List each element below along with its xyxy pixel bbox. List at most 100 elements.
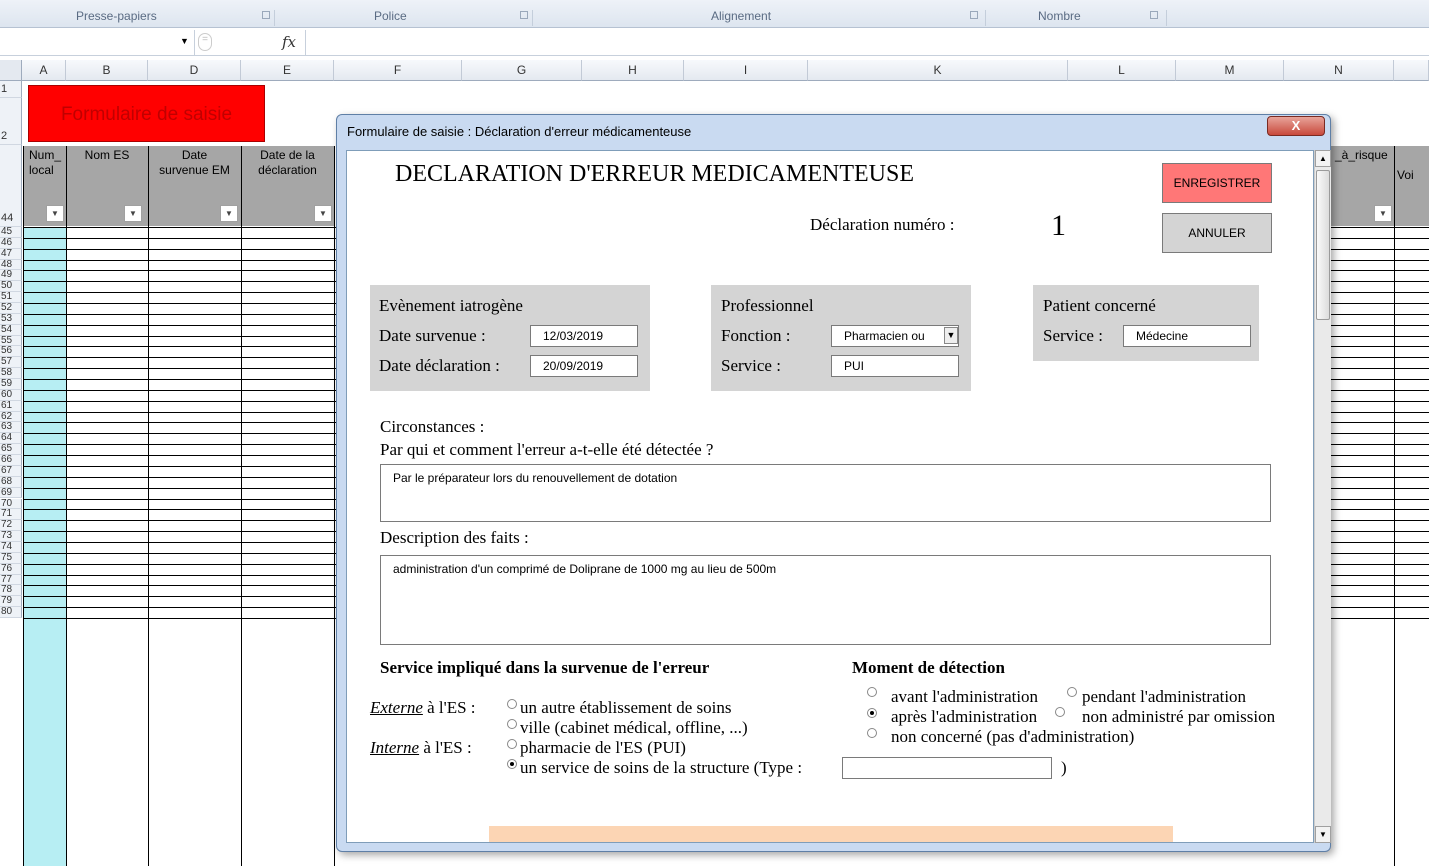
function-icon[interactable]: fx — [282, 33, 296, 51]
row-header[interactable]: 54 — [0, 324, 22, 336]
radio-pharmacy[interactable] — [507, 739, 517, 749]
column-header[interactable]: G — [462, 60, 582, 81]
radio-care-service[interactable] — [507, 759, 517, 769]
date-declaration-label: Date déclaration : — [379, 356, 500, 375]
externe-label: Externe à l'ES : — [370, 698, 476, 718]
option-label: avant l'administration — [891, 687, 1039, 706]
detection-textarea[interactable]: Par le préparateur lors du renouvellemen… — [380, 464, 1271, 522]
ribbon-separator — [274, 10, 275, 26]
radio-city[interactable] — [507, 719, 517, 729]
radio-before-admin[interactable] — [867, 687, 877, 697]
ribbon: Presse-papiers Police Alignement Nombre — [0, 0, 1429, 28]
patient-service-input[interactable]: Médecine — [1123, 325, 1251, 347]
ribbon-separator — [985, 10, 986, 26]
grid-col-line — [148, 146, 149, 866]
ribbon-group-alignment: Alignement — [711, 9, 772, 23]
option-label: un autre établissement de soins — [520, 698, 732, 717]
chevron-down-icon[interactable]: ▼ — [944, 327, 958, 344]
ribbon-separator — [1166, 10, 1167, 26]
column-header[interactable]: H — [582, 60, 684, 81]
column-header[interactable]: B — [66, 60, 148, 81]
row-header[interactable]: 1 — [0, 81, 22, 98]
circumstances-label: Circonstances : — [380, 417, 485, 436]
patient-service-label: Service : — [1043, 326, 1103, 345]
filter-dropdown-icon[interactable]: ▼ — [314, 205, 332, 222]
row-header[interactable]: 76 — [0, 563, 22, 575]
radio-not-administered[interactable] — [1055, 707, 1065, 717]
declaration-number-value: 1 — [1051, 209, 1066, 242]
column-header[interactable]: A — [22, 60, 66, 81]
date-declaration-input[interactable]: 20/09/2019 — [530, 355, 638, 377]
title-cell[interactable]: Formulaire de saisie — [28, 85, 265, 142]
column-header[interactable]: E — [241, 60, 334, 81]
date-survenue-label: Date survenue : — [379, 326, 486, 345]
interne-word: Interne — [370, 738, 420, 757]
scroll-up-icon[interactable]: ▲ — [1315, 150, 1331, 167]
chevron-down-icon[interactable]: ▼ — [180, 36, 189, 46]
header-text: local — [29, 163, 54, 177]
row-header[interactable]: 80 — [0, 606, 22, 618]
cancel-button[interactable]: ANNULER — [1162, 213, 1272, 253]
externe-suffix: à l'ES : — [422, 698, 476, 717]
row-header[interactable]: 69 — [0, 487, 22, 499]
name-box[interactable]: ▼ — [0, 30, 195, 56]
ribbon-group-clipboard: Presse-papiers — [76, 9, 157, 23]
save-button[interactable]: ENREGISTRER — [1162, 163, 1272, 203]
radio-other-establishment[interactable] — [507, 699, 517, 709]
ribbon-group-font: Police — [374, 9, 407, 23]
radio-during-admin[interactable] — [1067, 687, 1077, 697]
row-header[interactable]: 44 — [0, 145, 22, 227]
row-header[interactable]: 68 — [0, 476, 22, 488]
userform-dialog: Formulaire de saisie : Déclaration d'err… — [336, 114, 1331, 852]
dialog-launcher-icon[interactable] — [970, 11, 978, 19]
row-header[interactable]: 47 — [0, 248, 22, 260]
professional-title: Professionnel — [721, 296, 814, 315]
vertical-scrollbar[interactable]: ▲ ▼ — [1314, 150, 1331, 843]
filter-dropdown-icon[interactable]: ▼ — [1374, 205, 1392, 222]
scroll-thumb[interactable] — [1316, 170, 1330, 320]
formula-input[interactable] — [305, 30, 1429, 56]
column-header[interactable]: M — [1176, 60, 1284, 81]
filter-dropdown-icon[interactable]: ▼ — [220, 205, 238, 222]
column-header[interactable]: N — [1284, 60, 1394, 81]
header-cell-voie[interactable]: Voi — [1394, 146, 1429, 226]
form-heading: DECLARATION D'ERREUR MEDICAMENTEUSE — [395, 161, 914, 187]
column-header[interactable]: D — [148, 60, 241, 81]
header-text: déclaration — [258, 163, 317, 177]
option-label: non administré par omission — [1082, 707, 1276, 726]
column-header[interactable] — [1394, 60, 1429, 81]
column-header[interactable]: F — [334, 60, 462, 81]
column-header[interactable]: K — [808, 60, 1068, 81]
dialog-launcher-icon[interactable] — [520, 11, 528, 19]
header-text: survenue EM — [159, 163, 230, 177]
service-type-input[interactable] — [842, 757, 1052, 779]
cancel-formula-icon[interactable]: = — [198, 33, 212, 51]
filter-dropdown-icon[interactable]: ▼ — [46, 205, 64, 222]
dialog-launcher-icon[interactable] — [262, 11, 270, 19]
service-input[interactable]: PUI — [831, 355, 959, 377]
formula-bar: ▼ = fx — [0, 30, 1429, 56]
row-header[interactable]: 61 — [0, 400, 22, 412]
declaration-number-label: Déclaration numéro : — [810, 215, 955, 234]
moment-section-title: Moment de détection — [852, 658, 1005, 677]
option-label: ville (cabinet médical, offline, ...) — [520, 718, 748, 737]
close-button[interactable]: X — [1267, 116, 1325, 136]
column-header[interactable]: I — [684, 60, 808, 81]
dialog-launcher-icon[interactable] — [1150, 11, 1158, 19]
scroll-down-icon[interactable]: ▼ — [1315, 826, 1331, 843]
service-section-title: Service impliqué dans la survenue de l'e… — [380, 658, 710, 677]
radio-not-concerned[interactable] — [867, 728, 877, 738]
detection-question: Par qui et comment l'erreur a-t-elle été… — [380, 440, 714, 459]
interne-suffix: à l'ES : — [419, 738, 472, 757]
date-survenue-input[interactable]: 12/03/2019 — [530, 325, 638, 347]
row-header[interactable]: 2 — [0, 98, 22, 145]
description-textarea[interactable]: administration d'un comprimé de Dolipran… — [380, 555, 1271, 645]
description-label: Description des faits : — [380, 528, 529, 547]
column-a-fill — [23, 227, 66, 866]
radio-after-admin[interactable] — [867, 708, 877, 718]
select-all-corner[interactable] — [0, 60, 22, 81]
header-text: Date de la — [260, 148, 315, 162]
function-select[interactable]: Pharmacien ou — [831, 325, 959, 347]
column-header[interactable]: L — [1068, 60, 1176, 81]
filter-dropdown-icon[interactable]: ▼ — [124, 205, 142, 222]
